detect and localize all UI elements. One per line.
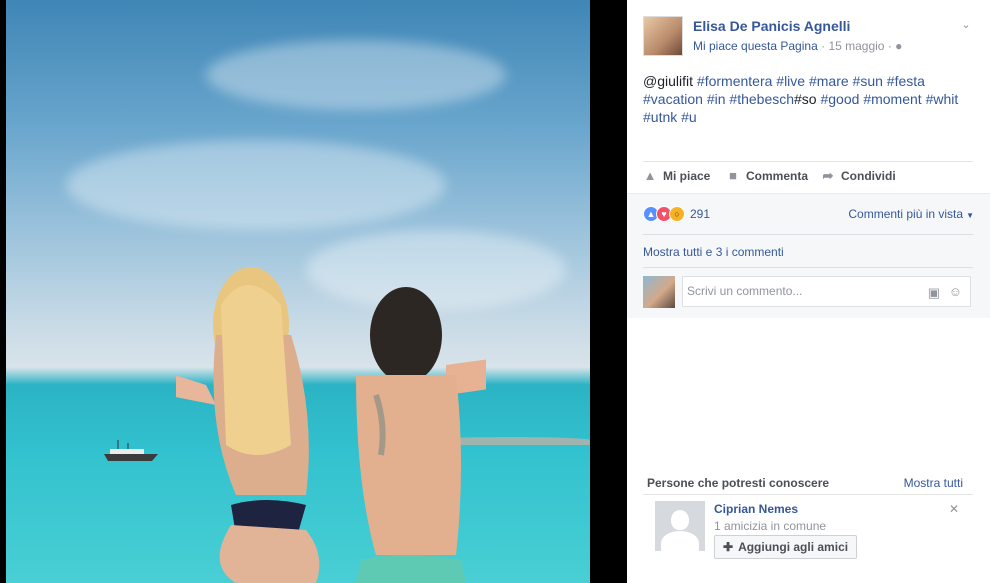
comment-composer[interactable]: ▣ ☺: [682, 276, 971, 307]
hashtag-link[interactable]: #moment: [863, 91, 921, 107]
cloud: [66, 140, 446, 230]
hashtag-link[interactable]: #vacation: [643, 91, 703, 107]
show-all-comments-link[interactable]: Mostra tutti e 3 i commenti: [643, 245, 784, 259]
hashtag-link[interactable]: #whit: [926, 91, 959, 107]
share-arrow-icon: ➦: [822, 168, 834, 183]
close-icon[interactable]: ✕: [949, 502, 959, 516]
person-brunette-illustration: [356, 287, 486, 583]
mutual-friends-count[interactable]: 1 amicizia in comune: [714, 519, 826, 533]
pymk-see-all-link[interactable]: Mostra tutti: [904, 476, 963, 490]
post-actions: ▲ Mi piace ■ Commenta ➦ Condividi: [643, 166, 973, 188]
photo-viewer[interactable]: [0, 0, 627, 583]
author-avatar[interactable]: [643, 16, 683, 56]
add-friend-button[interactable]: ✚ Aggiungi agli amici: [714, 535, 858, 559]
caret-down-icon: ▼: [966, 211, 974, 220]
divider: [643, 494, 973, 495]
wow-reaction-icon: ○: [669, 206, 685, 222]
share-label: Condividi: [841, 169, 896, 183]
avatar-placeholder-body: [661, 531, 699, 551]
comment-button[interactable]: ■ Commenta: [726, 168, 808, 183]
hashtag-link[interactable]: #thebesch: [729, 91, 794, 107]
share-button[interactable]: ➦ Condividi: [821, 168, 896, 184]
pymk-title: Persone che potresti conoscere: [647, 476, 830, 490]
hashtag-link[interactable]: #live: [776, 73, 805, 89]
divider: [643, 161, 973, 162]
comment-sort-dropdown[interactable]: Commenti più in vista ▼: [848, 207, 974, 221]
divider: [643, 267, 973, 268]
boat-illustration: [104, 440, 158, 461]
speech-bubble-icon: ■: [729, 168, 737, 183]
author-name-link[interactable]: Elisa De Panicis Agnelli: [693, 18, 850, 34]
viewer-avatar: [643, 276, 675, 308]
hashtag-link[interactable]: #u: [681, 109, 697, 125]
post-header: Elisa De Panicis Agnelli Mi piace questa…: [643, 16, 973, 60]
avatar-placeholder-head: [671, 510, 689, 530]
add-friend-label: Aggiungi agli amici: [738, 540, 849, 554]
thumbs-up-icon: ▲: [643, 168, 657, 183]
caption-text: @giulifit: [643, 73, 697, 89]
hashtag-link[interactable]: #festa: [887, 73, 925, 89]
comment-label: Commenta: [746, 168, 809, 183]
globe-icon: ●: [895, 39, 903, 53]
people-you-may-know: Persone che potresti conoscere Mostra tu…: [643, 468, 973, 583]
like-button[interactable]: ▲ Mi piace: [643, 168, 711, 183]
post-date[interactable]: 15 maggio: [828, 39, 884, 53]
sort-label: Commenti più in vista: [848, 207, 964, 221]
like-label: Mi piace: [663, 168, 711, 183]
comment-input[interactable]: [687, 284, 907, 298]
post-meta: Mi piace questa Pagina · 15 maggio · ●: [693, 39, 902, 53]
post-caption: @giulifit #formentera #live #mare #sun #…: [643, 72, 973, 126]
person-blonde-illustration: [176, 267, 320, 583]
cloud: [206, 40, 506, 110]
add-friend-icon: ✚: [723, 540, 734, 554]
hashtag-link[interactable]: #in: [707, 91, 726, 107]
divider: [643, 234, 973, 235]
caption-text: #so: [794, 91, 817, 107]
reactions-summary[interactable]: ▲ ♥ ○ 291: [643, 206, 710, 222]
hashtag-link[interactable]: #good: [820, 91, 859, 107]
comments-section: ▲ ♥ ○ 291 Commenti più in vista ▼ Mostra …: [627, 193, 990, 318]
hashtag-link[interactable]: #sun: [853, 73, 883, 89]
post-sidebar: Elisa De Panicis Agnelli Mi piace questa…: [627, 0, 990, 583]
meta-separator: ·: [821, 39, 826, 53]
emoji-icon[interactable]: ☺: [949, 284, 962, 299]
hashtag-link[interactable]: #mare: [809, 73, 849, 89]
meta-separator: ·: [887, 39, 892, 53]
reaction-count[interactable]: 291: [690, 207, 710, 221]
chevron-down-icon[interactable]: ⌄: [959, 18, 973, 32]
post-photo[interactable]: [6, 0, 590, 583]
suggested-friend-avatar[interactable]: [655, 501, 705, 551]
hashtag-link[interactable]: #formentera: [697, 73, 772, 89]
camera-icon[interactable]: ▣: [928, 285, 940, 301]
suggested-friend-name[interactable]: Ciprian Nemes: [714, 502, 798, 516]
hashtag-link[interactable]: #utnk: [643, 109, 677, 125]
like-page-link[interactable]: Mi piace questa Pagina: [693, 39, 818, 53]
